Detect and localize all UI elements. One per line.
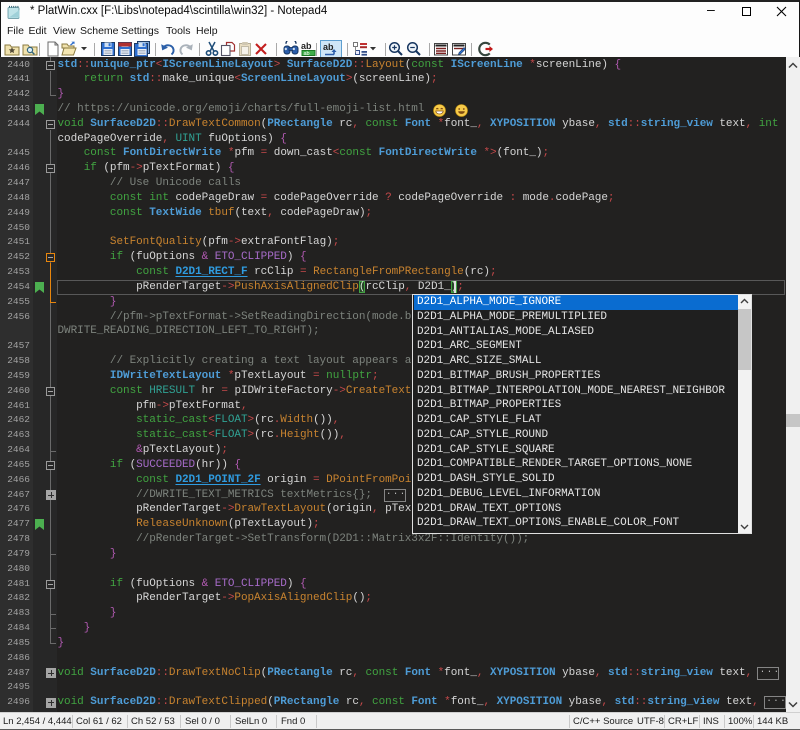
svg-text:ab: ab <box>304 51 310 57</box>
svg-text:ab: ab <box>323 42 334 52</box>
svg-text:ab: ab <box>301 41 312 51</box>
